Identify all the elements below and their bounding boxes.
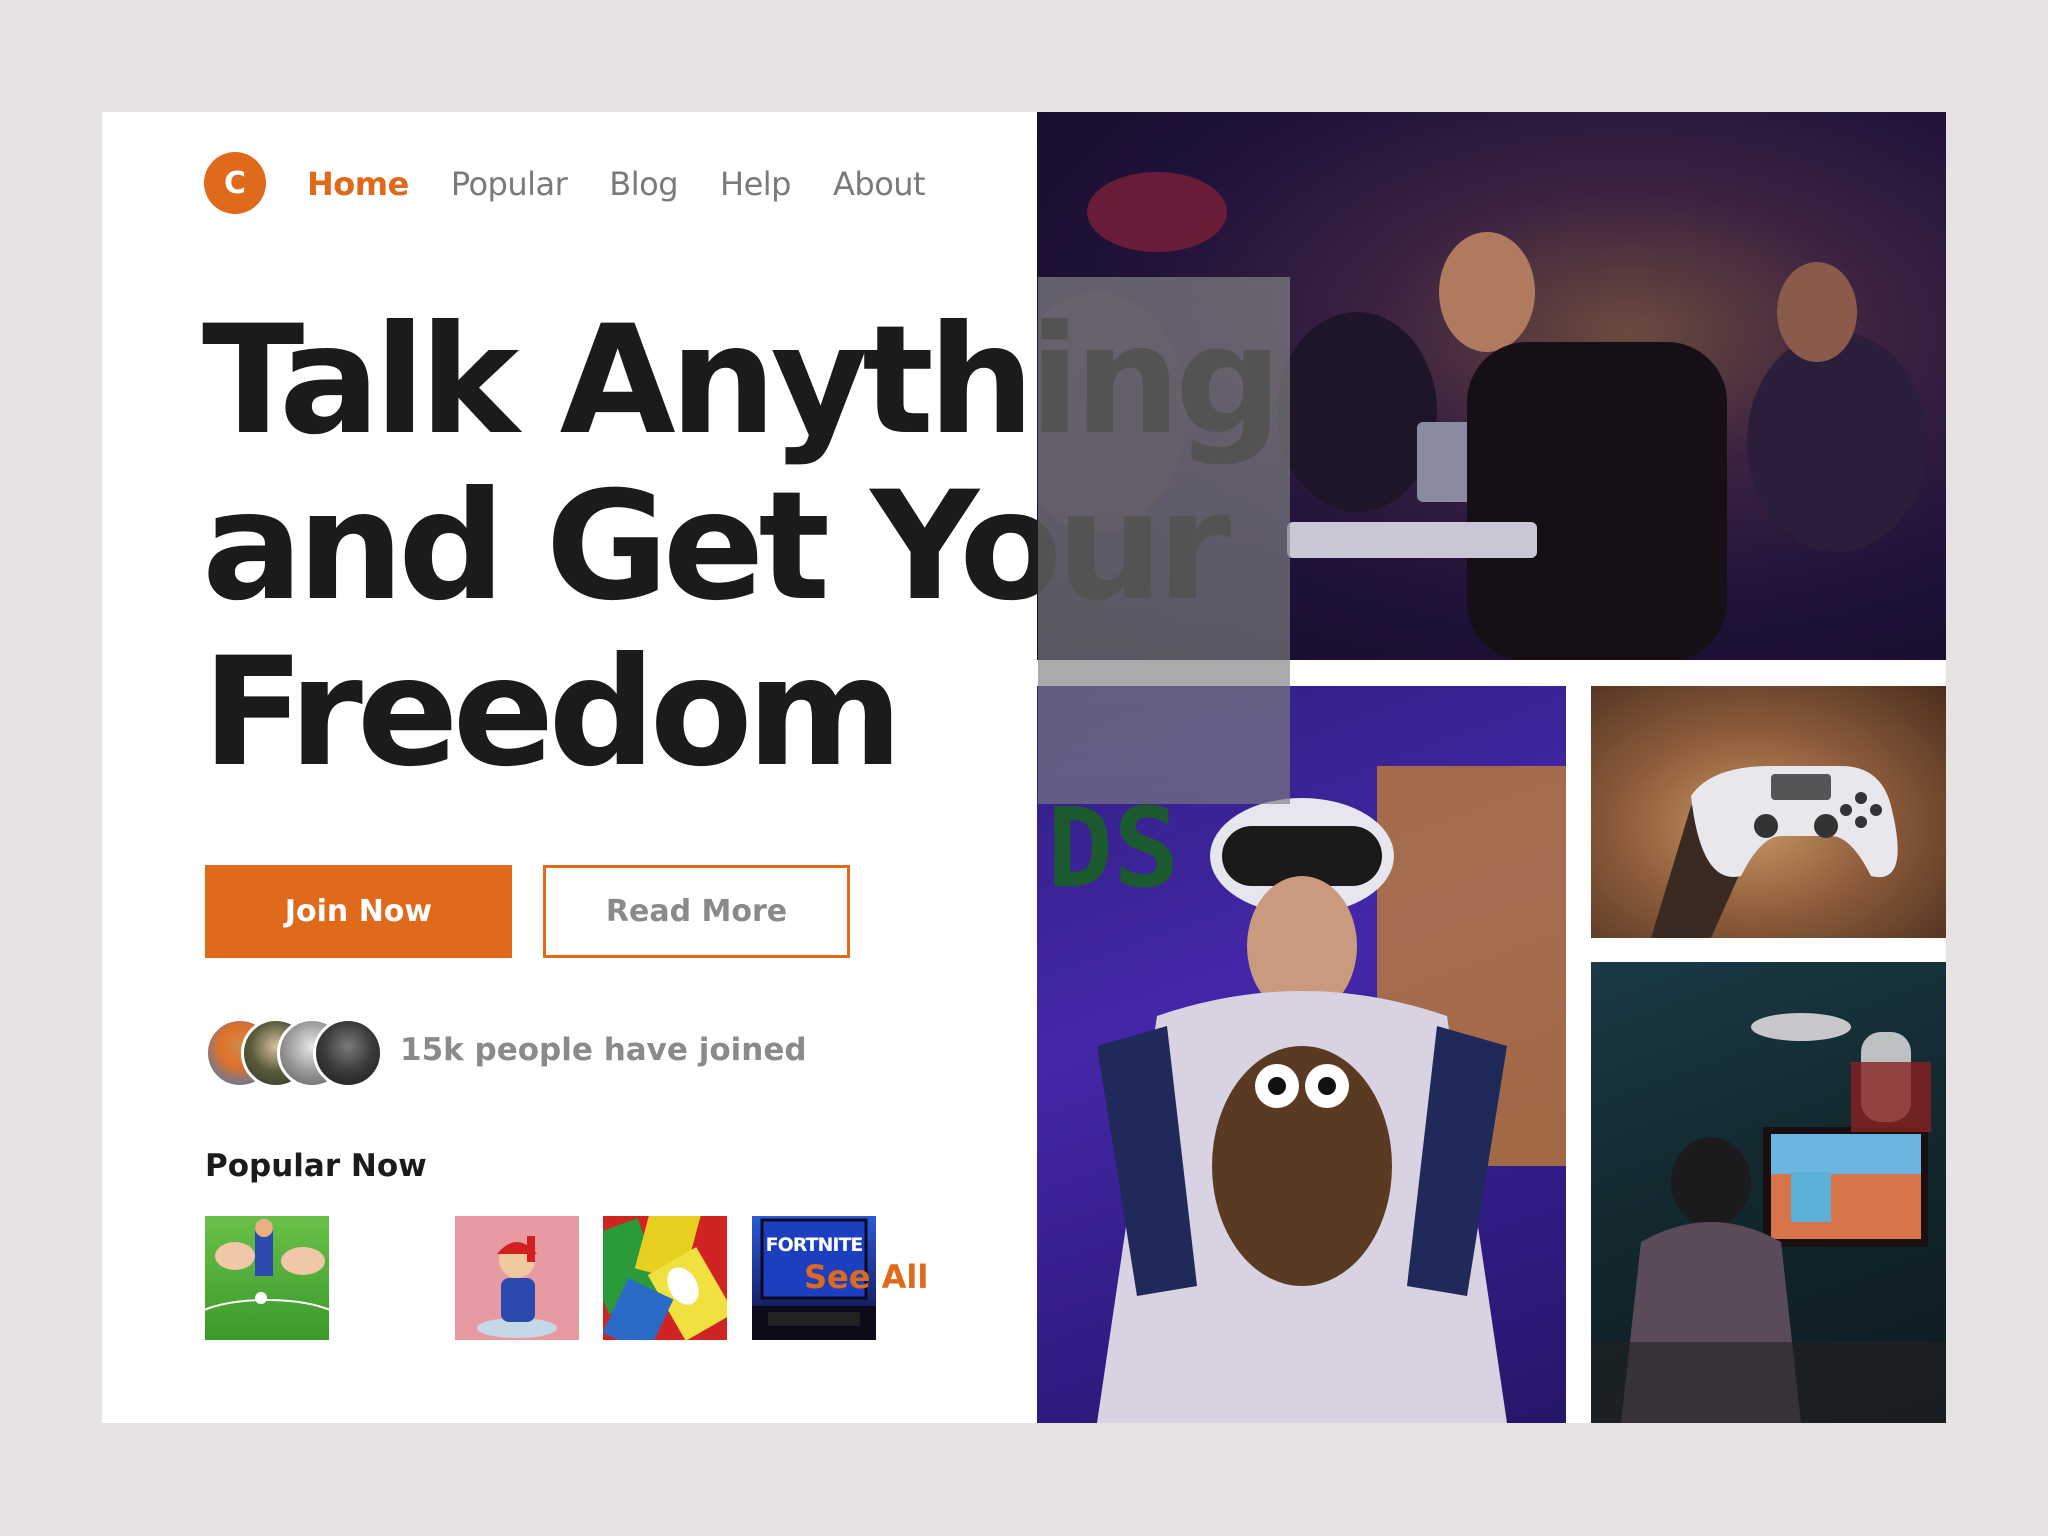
console-room-illustration: [1591, 1013, 1946, 1423]
read-more-button[interactable]: Read More: [543, 865, 850, 958]
nav-item-home[interactable]: Home: [307, 164, 409, 204]
brand-logo[interactable]: C: [204, 152, 266, 214]
nav-item-help[interactable]: Help: [720, 164, 791, 204]
popular-thumb-soccer[interactable]: [205, 1216, 329, 1340]
popular-thumb-mario[interactable]: [455, 1216, 579, 1340]
frosted-glass-panel: [1038, 277, 1290, 804]
nav-item-popular[interactable]: Popular: [451, 164, 568, 204]
nav-item-blog[interactable]: Blog: [609, 164, 678, 204]
mario-figure-illustration: [477, 1236, 557, 1338]
controller-photo: [1591, 686, 1946, 938]
landing-card: C Home Popular Blog Help About DS Talk A…: [102, 112, 1946, 1423]
gamepad-illustration: [1651, 766, 1898, 938]
nav-item-about[interactable]: About: [833, 164, 926, 204]
uno-cards-illustration: [603, 1216, 727, 1340]
main-nav: Home Popular Blog Help About: [307, 164, 926, 204]
avatar-stack: [205, 1018, 385, 1088]
see-all-link[interactable]: See All: [804, 1258, 928, 1296]
logo-letter: C: [223, 165, 247, 201]
fortnite-logo-text: FORTNITE: [765, 1234, 864, 1256]
popular-now-title: Popular Now: [205, 1148, 427, 1184]
avatar: [313, 1018, 383, 1088]
popular-thumb-uno[interactable]: [603, 1216, 727, 1340]
joined-count-text: 15k people have joined: [400, 1032, 807, 1068]
soccer-table-illustration: [205, 1219, 329, 1311]
join-now-button[interactable]: Join Now: [205, 865, 512, 958]
console-room-photo: [1591, 962, 1946, 1423]
